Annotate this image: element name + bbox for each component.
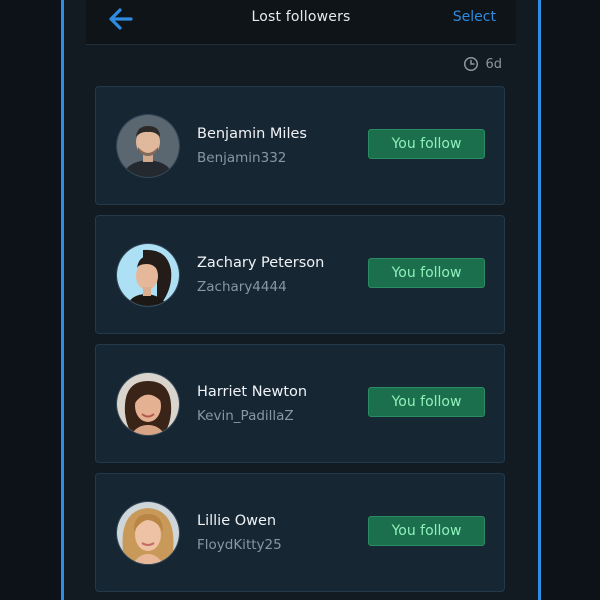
- avatar: [117, 115, 179, 177]
- user-name: Zachary Peterson: [197, 255, 325, 271]
- list-item: Zachary Peterson Zachary4444 You follow: [95, 215, 505, 334]
- list-item: Harriet Newton Kevin_PadillaZ You follow: [95, 344, 505, 463]
- list-item: Benjamin Miles Benjamin332 You follow: [95, 86, 505, 205]
- clock-icon: [463, 56, 479, 72]
- page-title: Lost followers: [251, 9, 351, 25]
- user-handle: Kevin_PadillaZ: [197, 408, 294, 424]
- app-screen: Lost followers Select 6d Benjamin Miles …: [64, 0, 538, 600]
- user-handle: Zachary4444: [197, 279, 287, 295]
- you-follow-button[interactable]: You follow: [368, 129, 485, 159]
- user-handle: FloydKitty25: [197, 537, 282, 553]
- you-follow-button[interactable]: You follow: [368, 516, 485, 546]
- timeframe-indicator: 6d: [463, 56, 502, 72]
- header-bar: Lost followers Select: [86, 0, 516, 45]
- avatar: [117, 502, 179, 564]
- avatar: [117, 373, 179, 435]
- user-name: Lillie Owen: [197, 513, 277, 529]
- list-item: Lillie Owen FloydKitty25 You follow: [95, 473, 505, 592]
- user-name: Benjamin Miles: [197, 126, 307, 142]
- you-follow-button[interactable]: You follow: [368, 258, 485, 288]
- user-name: Harriet Newton: [197, 384, 308, 400]
- frame-border-right: [538, 0, 541, 600]
- avatar: [117, 244, 179, 306]
- you-follow-button[interactable]: You follow: [368, 387, 485, 417]
- lost-followers-list: Benjamin Miles Benjamin332 You follow Za…: [95, 86, 505, 600]
- user-handle: Benjamin332: [197, 150, 287, 166]
- timeframe-label: 6d: [485, 56, 502, 72]
- select-button[interactable]: Select: [453, 9, 496, 25]
